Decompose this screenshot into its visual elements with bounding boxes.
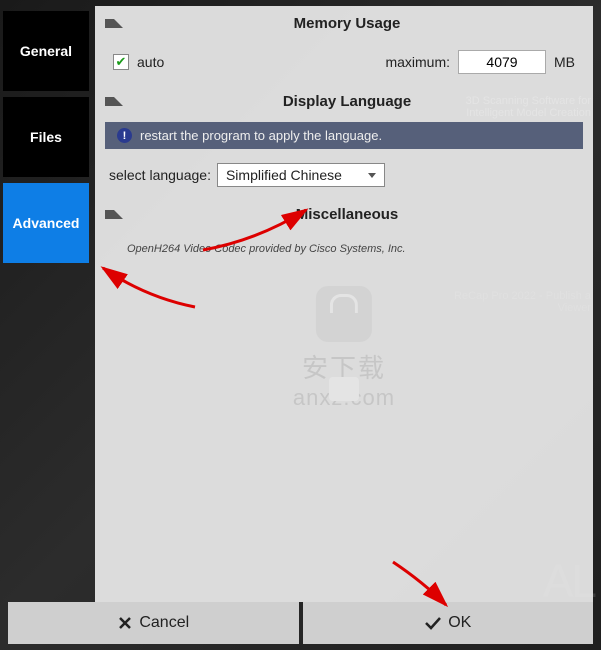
auto-checkbox[interactable]: ✔ xyxy=(113,54,129,70)
lock-icon xyxy=(316,286,372,342)
info-text: restart the program to apply the languag… xyxy=(140,128,382,143)
section-title-memory: Memory Usage xyxy=(133,15,583,32)
language-dropdown[interactable]: Simplified Chinese xyxy=(217,163,385,187)
check-icon xyxy=(424,616,442,630)
cancel-button[interactable]: Cancel xyxy=(8,602,299,644)
section-misc-header[interactable]: Miscellaneous xyxy=(95,197,593,231)
dialog-footer: Cancel OK xyxy=(8,602,593,644)
info-icon: ! xyxy=(117,128,132,143)
section-language-header[interactable]: Display Language xyxy=(95,84,593,118)
section-title-language: Display Language xyxy=(133,93,583,110)
settings-sidebar: General Files Advanced xyxy=(0,0,95,602)
tab-advanced[interactable]: Advanced xyxy=(3,183,89,263)
language-info-bar: ! restart the program to apply the langu… xyxy=(105,122,583,149)
tab-general[interactable]: General xyxy=(3,11,89,91)
watermark: 安下载 anxz.com xyxy=(293,286,395,411)
section-memory-header[interactable]: Memory Usage xyxy=(95,6,593,40)
language-row: select language: Simplified Chinese xyxy=(95,153,593,197)
auto-label: auto xyxy=(137,54,164,70)
chevron-down-icon xyxy=(368,173,376,178)
tab-files[interactable]: Files xyxy=(3,97,89,177)
memory-row: ✔ auto maximum: MB xyxy=(95,40,593,84)
codec-text: OpenH264 Video Codec provided by Cisco S… xyxy=(95,231,593,267)
select-language-label: select language: xyxy=(109,167,211,183)
maximum-label: maximum: xyxy=(385,54,450,70)
collapse-icon[interactable] xyxy=(105,19,123,28)
ok-button[interactable]: OK xyxy=(303,602,594,644)
section-title-misc: Miscellaneous xyxy=(133,206,583,223)
language-selected: Simplified Chinese xyxy=(226,167,342,183)
collapse-icon[interactable] xyxy=(105,210,123,219)
settings-panel: Memory Usage ✔ auto maximum: MB Display … xyxy=(95,6,593,602)
collapse-icon[interactable] xyxy=(105,97,123,106)
maximum-input[interactable] xyxy=(458,50,546,74)
unit-label: MB xyxy=(554,54,575,70)
close-icon xyxy=(117,615,133,631)
